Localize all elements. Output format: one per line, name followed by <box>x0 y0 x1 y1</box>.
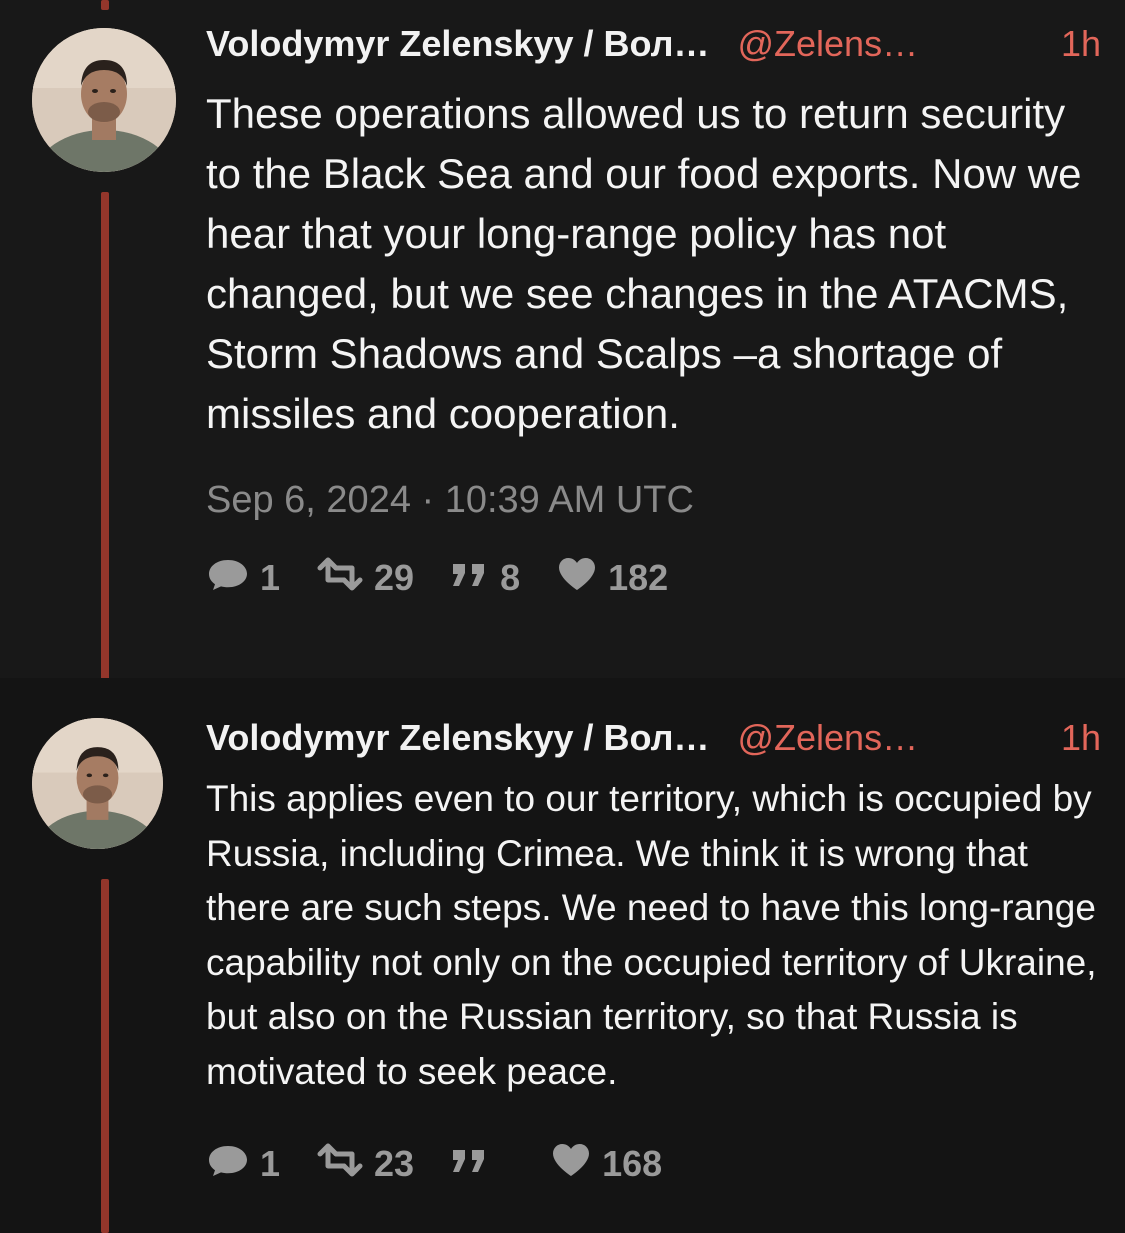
timeline: Volodymyr Zelenskyy / Вол… @Zelens… 1h T… <box>0 0 1125 1233</box>
tweet-date[interactable]: Sep 6, 2024 · 10:39 AM UTC <box>206 478 1101 522</box>
quote-count: 8 <box>500 557 521 598</box>
tweet-content: Volodymyr Zelenskyy / Вол… @Zelens… 1h T… <box>206 716 1101 1189</box>
thread-line <box>101 879 109 1233</box>
reply-stat[interactable]: 1 <box>206 1142 280 1187</box>
like-stat[interactable]: 168 <box>550 1142 662 1187</box>
tweet-header: Volodymyr Zelenskyy / Вол… @Zelens… 1h <box>206 22 1101 66</box>
like-stat[interactable]: 182 <box>556 556 668 601</box>
quote-icon <box>450 556 500 601</box>
like-count: 168 <box>602 1143 663 1184</box>
tweet-time[interactable]: 1h <box>1041 22 1101 66</box>
tweet-text: This applies even to our territory, whic… <box>206 778 1097 1092</box>
author-handle[interactable]: @Zelens… <box>737 716 918 760</box>
quote-stat[interactable]: 8 <box>450 556 520 601</box>
quote-icon <box>450 1142 500 1187</box>
retweet-stat[interactable]: 29 <box>316 556 414 601</box>
retweet-icon <box>316 1142 374 1187</box>
retweet-stat[interactable]: 23 <box>316 1142 414 1187</box>
reply-count: 1 <box>260 557 281 598</box>
author-handle[interactable]: @Zelens… <box>737 22 918 66</box>
tweet[interactable]: Volodymyr Zelenskyy / Вол… @Zelens… 1h T… <box>0 678 1125 1233</box>
tweet-stats: 1 29 8 182 <box>206 553 1101 603</box>
retweet-count: 29 <box>374 557 415 598</box>
reply-count: 1 <box>260 1143 281 1184</box>
thread-line <box>101 0 109 10</box>
comment-icon <box>206 556 260 601</box>
like-count: 182 <box>608 557 669 598</box>
reply-stat[interactable]: 1 <box>206 556 280 601</box>
tweet[interactable]: Volodymyr Zelenskyy / Вол… @Zelens… 1h T… <box>0 0 1125 704</box>
retweet-icon <box>316 556 374 601</box>
tweet-content: Volodymyr Zelenskyy / Вол… @Zelens… 1h T… <box>206 22 1101 603</box>
comment-icon <box>206 1142 260 1187</box>
tweet-stats: 1 23 168 <box>206 1139 1101 1189</box>
avatar[interactable] <box>32 718 163 849</box>
author-name[interactable]: Volodymyr Zelenskyy / Вол… <box>206 22 709 66</box>
tweet-time[interactable]: 1h <box>1041 716 1101 760</box>
heart-icon <box>550 1142 602 1187</box>
thread-line <box>101 192 109 704</box>
quote-stat[interactable] <box>450 1142 500 1187</box>
avatar[interactable] <box>32 28 176 172</box>
retweet-count: 23 <box>374 1143 415 1184</box>
heart-icon <box>556 556 608 601</box>
tweet-header: Volodymyr Zelenskyy / Вол… @Zelens… 1h <box>206 716 1101 760</box>
author-name[interactable]: Volodymyr Zelenskyy / Вол… <box>206 716 709 760</box>
tweet-text: These operations allowed us to return se… <box>206 90 1082 437</box>
